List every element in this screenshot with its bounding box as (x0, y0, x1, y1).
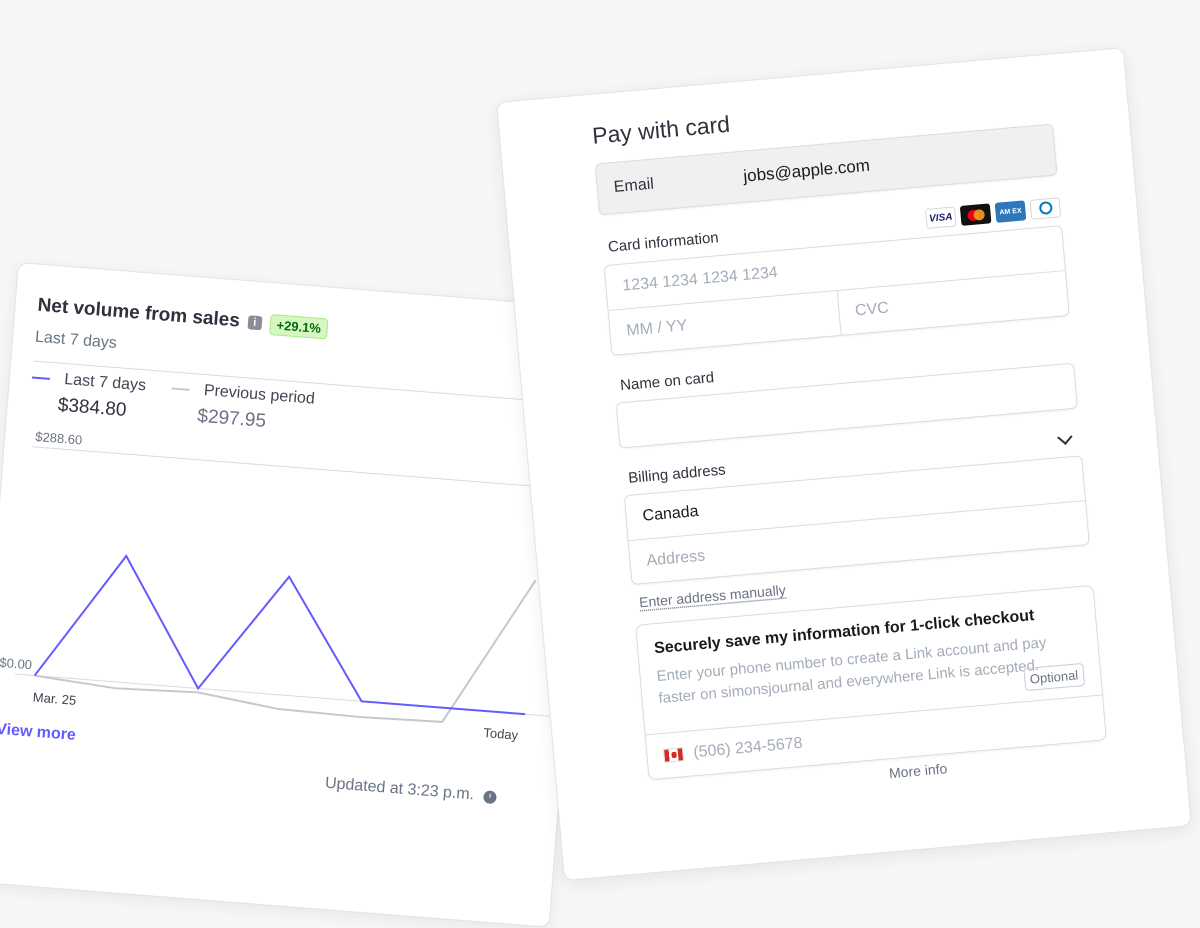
gridline-top (32, 446, 583, 491)
link-save-box: Securely save my information for 1-click… (635, 584, 1107, 781)
net-volume-card: Net volume from sales i +29.1% Last 7 da… (0, 262, 599, 928)
amex-icon: AM EX (994, 200, 1027, 223)
email-value: jobs@apple.com (742, 155, 871, 186)
card-info-label: Card information (607, 228, 720, 256)
billing-address-label: Billing address (627, 461, 727, 487)
mastercard-icon (959, 203, 992, 226)
phone-placeholder: (506) 234-5678 (692, 734, 804, 762)
card-brands: VISA AM EX (924, 197, 1062, 229)
visa-icon: VISA (924, 206, 957, 229)
diners-icon (1029, 197, 1062, 220)
series-line-previous-period (34, 579, 537, 723)
chevron-down-icon[interactable] (1057, 429, 1073, 445)
y-tick-label-zero: $0.00 (0, 655, 33, 673)
net-volume-chart: $288.60 $0.00 Mar. 25 Today (0, 429, 583, 743)
x-tick-label-start: Mar. 25 (32, 690, 76, 708)
y-tick-label-top: $288.60 (35, 429, 83, 448)
series-line-last-7-days (33, 554, 526, 716)
email-label: Email (613, 175, 655, 197)
pay-with-card-panel: Pay with card Email jobs@apple.com Card … (496, 47, 1192, 882)
canada-flag-icon[interactable] (663, 747, 685, 763)
optional-badge: Optional (1022, 662, 1086, 692)
name-on-card-label-text: Name on card (619, 369, 715, 395)
clock-icon (483, 789, 498, 804)
x-tick-label-end: Today (483, 725, 519, 743)
country-value: Canada (641, 502, 700, 525)
